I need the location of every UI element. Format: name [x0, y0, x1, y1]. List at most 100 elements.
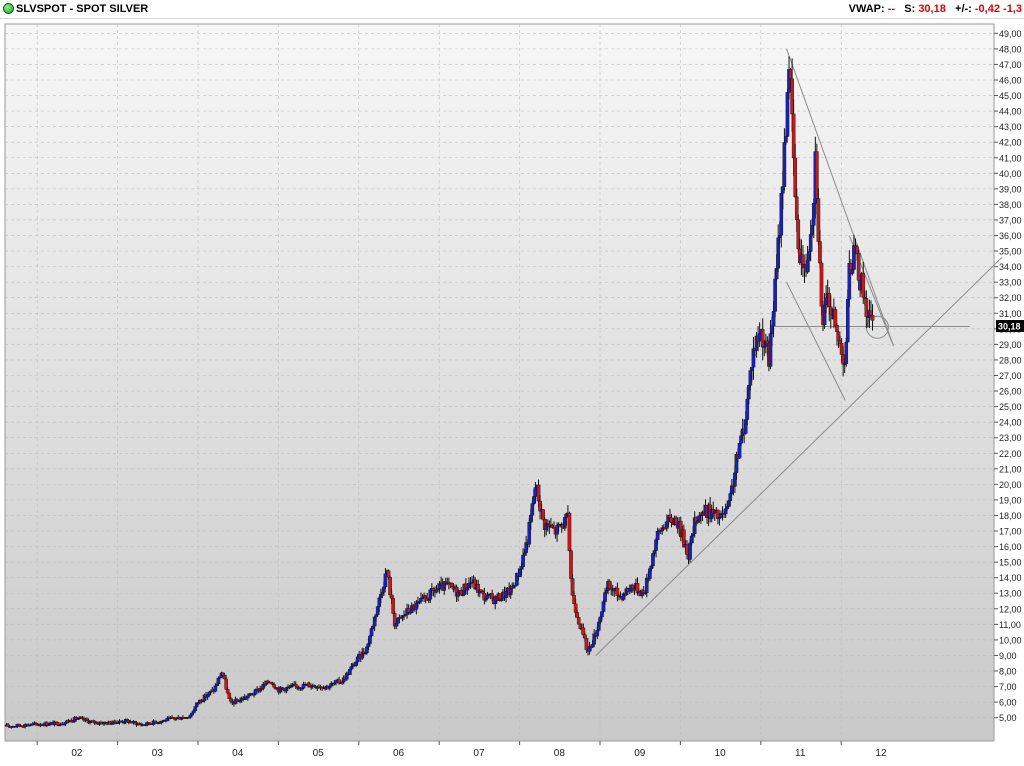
vwap-label: VWAP:: [848, 3, 885, 15]
plot-background: [4, 23, 995, 742]
candle-down: [870, 315, 875, 321]
candle-up: [213, 685, 218, 692]
x-tick-label: 08: [554, 748, 566, 759]
symbol-title: SLVSPOT - SPOT SILVER: [16, 3, 149, 15]
x-tick-label: 11: [795, 748, 806, 759]
y-tick-label: 16,00: [999, 542, 1022, 552]
candle-up: [784, 136, 788, 143]
candle-up: [465, 587, 470, 591]
y-tick-label: 21,00: [999, 464, 1022, 474]
y-tick-label: 40,00: [999, 169, 1022, 179]
candle-up: [782, 142, 787, 187]
y-tick-label: 25,00: [999, 402, 1022, 412]
candle-up: [521, 554, 525, 567]
y-tick-label: 6,00: [999, 698, 1017, 708]
candle-down: [293, 684, 298, 687]
candle-down: [567, 512, 572, 551]
candle-down: [272, 684, 276, 688]
y-tick-label: 18,00: [999, 511, 1022, 521]
y-tick-label: 39,00: [999, 184, 1022, 194]
y-tick-label: 45,00: [999, 91, 1022, 101]
x-tick-label: 12: [875, 748, 887, 759]
y-tick-label: 42,00: [999, 138, 1022, 148]
candle-down: [225, 689, 230, 694]
x-tick-label: 03: [152, 748, 164, 759]
y-tick-label: 36,00: [999, 231, 1022, 241]
x-tick-label: 02: [71, 748, 83, 759]
y-tick-label: 46,00: [999, 75, 1022, 85]
y-tick-label: 41,00: [999, 153, 1022, 163]
y-tick-label: 35,00: [999, 247, 1022, 257]
candle-up: [327, 685, 332, 689]
y-tick-label: 13,00: [999, 589, 1022, 599]
y-tick-label: 10,00: [999, 635, 1022, 645]
y-tick-label: 47,00: [999, 60, 1022, 70]
candle-up: [368, 635, 372, 644]
candle-down: [583, 634, 587, 639]
y-tick-label: 23,00: [999, 433, 1022, 443]
y-tick-label: 44,00: [999, 107, 1022, 117]
x-tick-label: 09: [634, 748, 646, 759]
y-tick-label: 43,00: [999, 122, 1022, 132]
y-tick-label: 8,00: [999, 667, 1017, 677]
y-tick-label: 33,00: [999, 278, 1022, 288]
y-tick-label: 19,00: [999, 495, 1022, 505]
y-tick-label: 17,00: [999, 527, 1022, 537]
y-tick-label: 14,00: [999, 573, 1022, 583]
y-tick-label: 26,00: [999, 387, 1022, 397]
y-tick-label: 15,00: [999, 558, 1022, 568]
y-tick-label: 20,00: [999, 480, 1022, 490]
y-tick-label: 28,00: [999, 355, 1022, 365]
candle-up: [844, 341, 849, 364]
y-tick-label: 32,00: [999, 293, 1022, 303]
x-tick-label: 04: [232, 748, 244, 759]
x-tick-label: 10: [715, 748, 727, 759]
candle-down: [819, 262, 824, 307]
y-tick-label: 24,00: [999, 418, 1022, 428]
spot-label: S:: [904, 3, 916, 15]
y-tick-label: 37,00: [999, 215, 1022, 225]
y-tick-label: 31,00: [999, 309, 1022, 319]
candle-down: [584, 637, 589, 651]
y-tick-label: 5,00: [999, 713, 1017, 723]
change-percent: -1,3: [1003, 3, 1022, 15]
candle-down: [685, 544, 689, 555]
y-tick-label: 34,00: [999, 262, 1022, 272]
y-tick-label: 22,00: [999, 449, 1022, 459]
y-tick-label: 48,00: [999, 44, 1022, 54]
candle-up: [216, 677, 221, 685]
x-axis: 02 03 04 05 06 07 08 09 10 11 12: [36, 741, 887, 759]
candle-down: [569, 550, 573, 579]
y-tick-label: 7,00: [999, 682, 1017, 692]
candle-down: [576, 617, 581, 625]
title-bar: SLVSPOT - SPOT SILVER VWAP: -- S: 30,18 …: [0, 0, 1024, 19]
y-tick-label: 12,00: [999, 604, 1022, 614]
candle-up: [808, 234, 813, 252]
y-tick-label: 38,00: [999, 200, 1022, 210]
x-tick-label: 05: [313, 748, 325, 759]
y-tick-label: 27,00: [999, 371, 1022, 381]
candle-up: [383, 573, 388, 588]
y-tick-label: 29,00: [999, 340, 1022, 350]
status-online-icon: [3, 3, 14, 14]
candle-down: [833, 309, 838, 326]
y-tick-label: 9,00: [999, 651, 1017, 661]
vwap-value: --: [887, 3, 896, 15]
spot-value: 30,18: [918, 3, 946, 15]
candle-up: [728, 493, 733, 502]
quote-readout: VWAP: -- S: 30,18 +/-: -0,42 -1,3: [849, 0, 1022, 18]
candle-up: [369, 628, 374, 637]
candle-up: [757, 333, 762, 342]
candle-up: [773, 278, 777, 312]
candle-down: [856, 253, 861, 281]
x-tick-label: 07: [473, 748, 485, 759]
x-tick-label: 06: [393, 748, 405, 759]
change-label: +/-:: [955, 3, 972, 15]
y-tick-label: 49,00: [999, 29, 1022, 39]
change-value: -0,42: [974, 3, 1000, 15]
last-price-label: 30,18: [998, 322, 1021, 332]
y-axis: 5,00 6,00 7,00 8,00 9,00 10,00 11,00 12,00 13,00…: [994, 29, 1024, 723]
y-tick-label: 11,00: [999, 620, 1021, 630]
candle-down: [818, 241, 822, 264]
price-chart[interactable]: 5,00 6,00 7,00 8,00 9,00 10,00 11,00 12,00 13,00…: [0, 19, 1024, 766]
